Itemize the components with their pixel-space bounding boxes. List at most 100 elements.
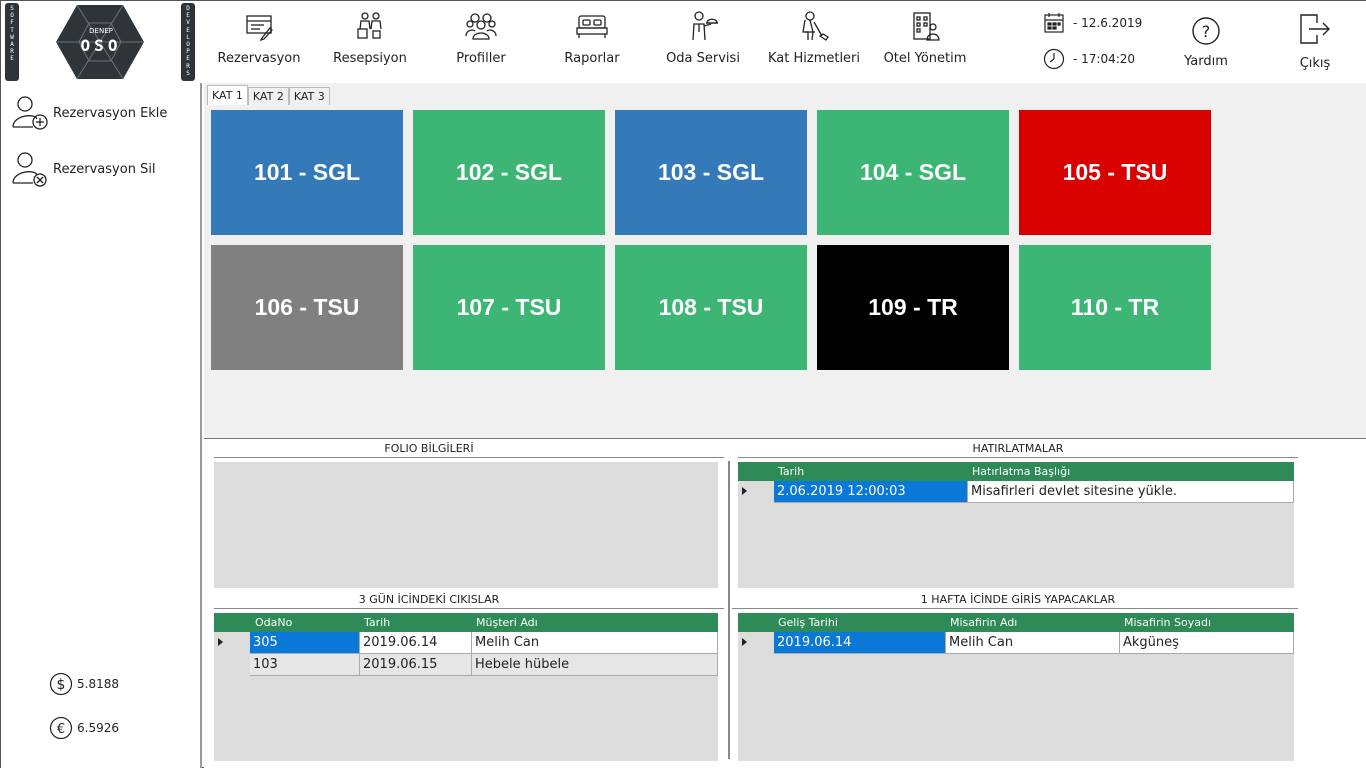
nav-rezervasyon[interactable]: Rezervasyon <box>215 9 303 75</box>
room-tile[interactable]: 107 - TSU <box>413 245 605 370</box>
left-panel: Rezervasyon Ekle Rezervasyon Sil $ 5.818… <box>1 83 202 768</box>
nav-profiller[interactable]: Profiller <box>449 9 513 75</box>
room-tile[interactable]: 101 - SGL <box>211 110 403 235</box>
eur-value: 6.5926 <box>77 721 119 735</box>
tab-kat-3[interactable]: KAT 3 <box>288 87 330 105</box>
table-row[interactable]: 103 2019.06.15 Hebele hübele <box>214 654 718 676</box>
delete-reservation-label: Rezervasyon Sil <box>53 161 156 177</box>
room-tile[interactable]: 109 - TR <box>817 245 1009 370</box>
table-row[interactable]: 2019.06.14 Melih Can Akgüneş <box>738 632 1294 654</box>
cell-musteri[interactable]: Hebele hübele <box>472 654 718 676</box>
col-header-soyad: Misafirin Soyadı <box>1124 616 1211 629</box>
room-tile[interactable]: 106 - TSU <box>211 245 403 370</box>
logo-strip-letter: P <box>186 48 190 56</box>
room-label: 102 - SGL <box>455 159 563 185</box>
eur-rate: € 6.5926 <box>49 716 119 740</box>
info-panels: FOLIO BİLGİLERİ HATIRLATMALAR Tarih Hatı… <box>204 438 1366 768</box>
logo-strip-letter: F <box>10 19 14 27</box>
folio-title: FOLIO BİLGİLERİ <box>384 442 474 455</box>
svg-text:€: € <box>57 722 65 737</box>
svg-text:$: $ <box>57 677 66 693</box>
cell-title[interactable]: Misafirleri devlet sitesine yükle. <box>968 481 1294 503</box>
nav-label: Otel Yönetim <box>883 51 967 66</box>
nav-otel-yonetim[interactable]: Otel Yönetim <box>879 9 971 75</box>
cell-odano[interactable]: 103 <box>250 654 360 676</box>
room-tile[interactable]: 103 - SGL <box>615 110 807 235</box>
room-tile[interactable]: 108 - TSU <box>615 245 807 370</box>
add-reservation-button[interactable]: Rezervasyon Ekle <box>11 93 167 133</box>
row-pointer-icon <box>742 638 747 646</box>
tab-kat-1[interactable]: KAT 1 <box>207 85 248 105</box>
row-pointer-icon <box>742 487 747 495</box>
logo-strip-letter: L <box>186 33 190 41</box>
room-label: 107 - TSU <box>456 294 562 320</box>
logo-strip-letter: W <box>10 33 14 41</box>
nav-kat-hizmetleri[interactable]: Kat Hizmetleri <box>765 9 863 75</box>
brand-logo: SOFTWARE DENEP OSO DEVELOPERS <box>5 3 199 81</box>
reminders-title: HATIRLATMALAR <box>972 442 1064 455</box>
logo-strip-letter: T <box>10 26 14 34</box>
table-row[interactable]: 2.06.2019 12:00:03 Misafirleri devlet si… <box>738 481 1294 503</box>
reminders-rule <box>738 457 1298 458</box>
room-label: 110 - TR <box>1070 294 1160 320</box>
logo-strip-letter: E <box>186 55 190 63</box>
remove-user-icon <box>12 152 47 187</box>
col-header-baslik: Hatırlatma Başlığı <box>972 465 1071 478</box>
room-label: 106 - TSU <box>254 294 360 320</box>
vertical-divider <box>728 461 730 759</box>
exit-button[interactable]: Çıkış <box>1291 12 1339 78</box>
nav-resepsiyon[interactable]: Resepsiyon <box>329 9 411 75</box>
logo-strip-letter: E <box>186 12 190 20</box>
logo-strip-letter: O <box>186 41 190 49</box>
logo-strip-letter: O <box>10 12 14 20</box>
time-text: - 17:04:20 <box>1073 52 1136 66</box>
room-label: 104 - SGL <box>859 159 967 185</box>
current-time: - 17:04:20 <box>1043 48 1135 70</box>
calendar-icon <box>1043 12 1065 34</box>
table-row[interactable]: 305 2019.06.14 Melih Can <box>214 632 718 654</box>
logo-hexagon-icon: DENEP OSO <box>56 4 144 80</box>
cell-soyad[interactable]: Akgüneş <box>1120 632 1294 654</box>
nav-raporlar[interactable]: Raporlar <box>559 9 625 75</box>
nav-label: Raporlar <box>564 51 620 66</box>
logo-right-strip: DEVELOPERS <box>181 3 195 81</box>
cell-odano[interactable]: 305 <box>250 632 360 654</box>
room-tile[interactable]: 105 - TSU <box>1019 110 1211 235</box>
cell-tarih[interactable]: 2019.06.14 <box>360 632 472 654</box>
nav-label: Kat Hizmetleri <box>767 51 861 66</box>
cell-musteri[interactable]: Melih Can <box>472 632 718 654</box>
floor-tabs: KAT 1 KAT 2 KAT 3 <box>207 85 330 105</box>
logo-strip-letter: E <box>10 55 14 63</box>
logo-strip-letter: R <box>10 48 14 56</box>
nav-oda-servisi[interactable]: Oda Servisi <box>661 9 745 75</box>
room-tile[interactable]: 102 - SGL <box>413 110 605 235</box>
checkins-title: 1 HAFTA İCİNDE GİRİS YAPACAKLAR <box>920 593 1116 606</box>
folio-panel <box>214 462 718 588</box>
delete-reservation-button[interactable]: Rezervasyon Sil <box>11 149 156 189</box>
reception-icon <box>353 9 387 43</box>
room-tile[interactable]: 104 - SGL <box>817 110 1009 235</box>
help-icon: ? <box>1189 14 1223 48</box>
date-text: - 12.6.2019 <box>1073 16 1143 30</box>
app-window: SOFTWARE DENEP OSO DEVELOPERS Rezervasyo… <box>0 0 1366 768</box>
room-label: 103 - SGL <box>657 159 765 185</box>
cell-date[interactable]: 2.06.2019 12:00:03 <box>774 481 968 503</box>
tab-kat-2[interactable]: KAT 2 <box>247 87 289 105</box>
euro-icon: € <box>49 716 73 740</box>
help-button[interactable]: ? Yardım <box>1179 14 1233 80</box>
row-pointer-icon <box>218 638 223 646</box>
room-label: 108 - TSU <box>658 294 764 320</box>
room-label: 109 - TR <box>868 294 958 320</box>
cell-tarih[interactable]: 2019.06.15 <box>360 654 472 676</box>
room-tile[interactable]: 110 - TR <box>1019 245 1211 370</box>
room-service-icon <box>686 9 720 43</box>
folio-rule <box>214 457 724 458</box>
current-date: - 12.6.2019 <box>1043 12 1142 34</box>
cell-ad[interactable]: Melih Can <box>946 632 1120 654</box>
checkouts-header: OdaNo Tarih Müşteri Adı <box>214 613 718 632</box>
row-header <box>214 654 250 676</box>
cell-gelis[interactable]: 2019.06.14 <box>774 632 946 654</box>
logo-strip-letter: V <box>186 19 190 27</box>
logo-strip-letter: S <box>186 69 190 77</box>
checkins-grid: Geliş Tarihi Misafirin Adı Misafirin Soy… <box>738 613 1294 761</box>
